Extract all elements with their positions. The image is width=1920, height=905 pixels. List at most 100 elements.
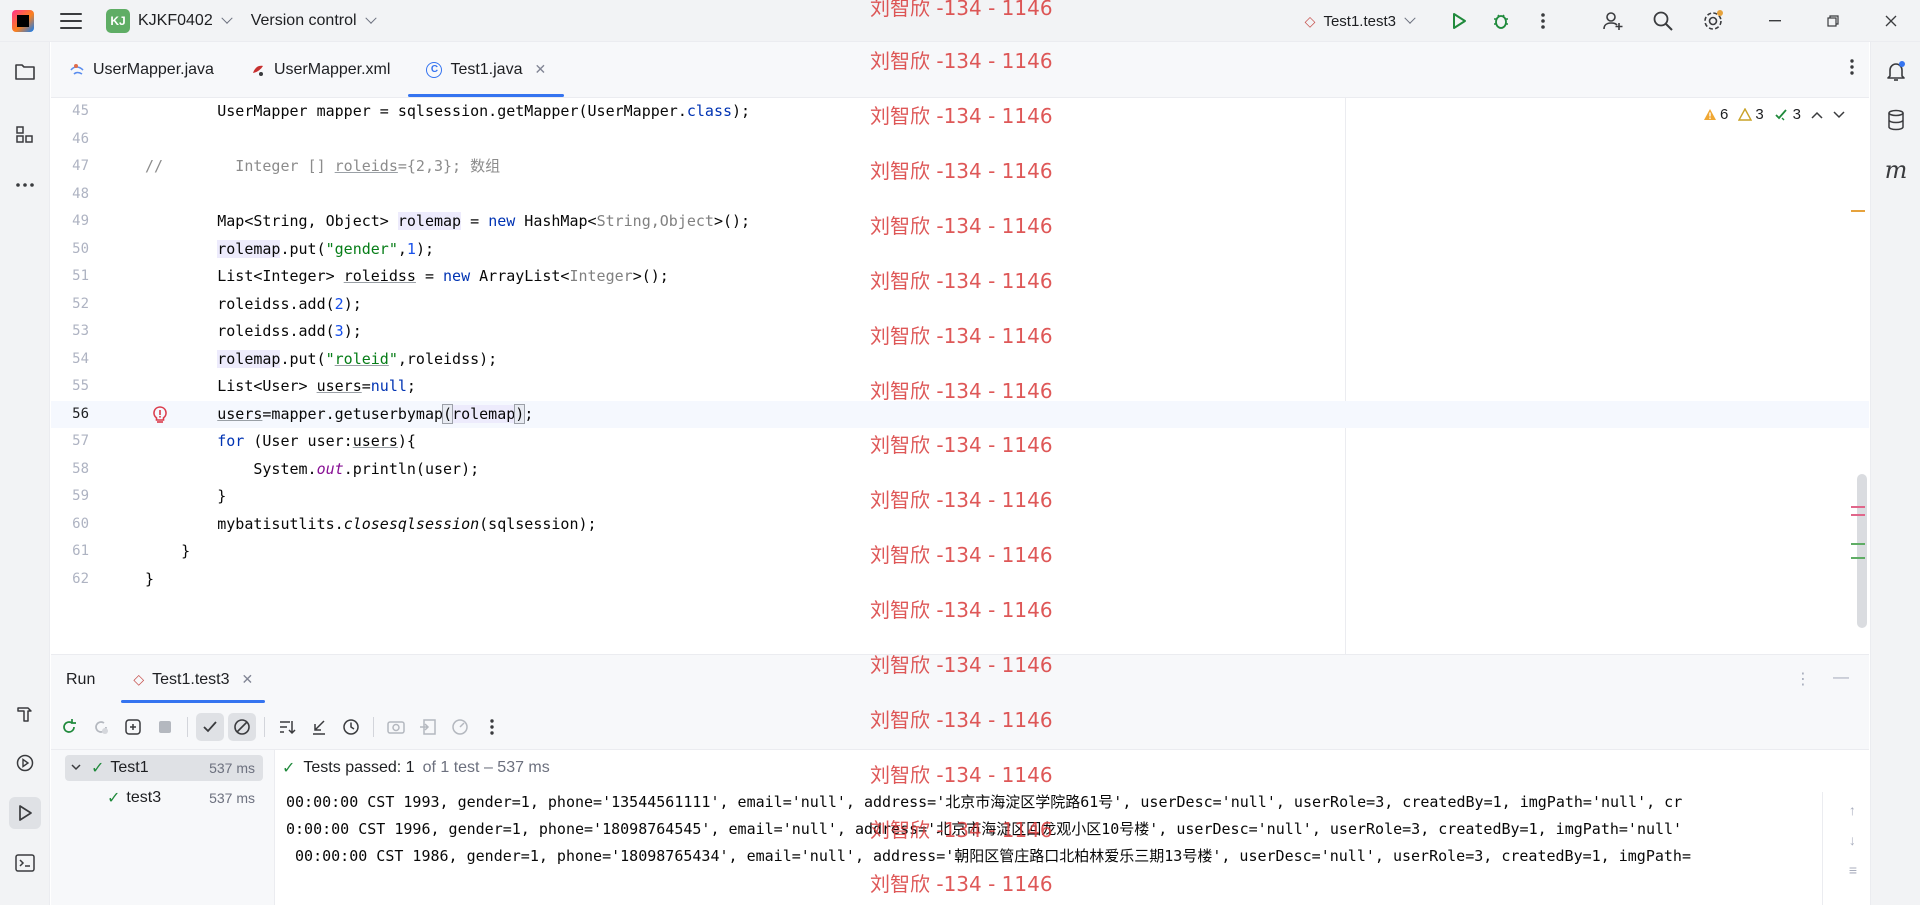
soft-wrap-icon[interactable]: ≡ (1849, 862, 1857, 878)
code-text[interactable]: // Integer [] roleids={2,3}; 数组 (145, 153, 500, 181)
line-number[interactable]: 57 (51, 428, 89, 456)
tab-test1-java[interactable]: C Test1.java ✕ (408, 42, 565, 97)
minimize-window-button[interactable] (1746, 0, 1804, 42)
line-number[interactable]: 48 (51, 181, 89, 209)
show-ignored-icon[interactable] (228, 712, 256, 741)
project-folder-icon[interactable] (9, 55, 41, 87)
notifications-bell-icon[interactable] (1880, 55, 1912, 87)
warning-stripe-marker[interactable] (1851, 210, 1865, 212)
code-text[interactable]: users=mapper.getuserbymap(rolemap); (145, 401, 533, 429)
code-line[interactable]: 60 mybatisutlits.closesqlsession(sqlsess… (51, 511, 1869, 539)
code-text[interactable]: mybatisutlits.closesqlsession(sqlsession… (145, 511, 596, 539)
test-node-test1[interactable]: ✓ Test1 537 ms (65, 755, 263, 781)
collapse-all-icon[interactable] (305, 713, 333, 741)
code-text[interactable]: } (145, 483, 226, 511)
line-number[interactable]: 53 (51, 318, 89, 346)
change-stripe-marker[interactable] (1851, 557, 1865, 559)
line-number[interactable]: 59 (51, 483, 89, 511)
screenshot-icon[interactable] (382, 713, 410, 741)
main-menu-icon[interactable] (60, 12, 82, 29)
code-text[interactable]: System.out.println(user); (145, 456, 479, 484)
line-number[interactable]: 52 (51, 291, 89, 319)
code-line[interactable]: 56 users=mapper.getuserbymap(rolemap); (51, 400, 1869, 429)
line-number[interactable]: 62 (51, 566, 89, 594)
terminal-icon[interactable] (9, 847, 41, 879)
stop-icon[interactable] (151, 713, 179, 741)
services-icon[interactable] (9, 747, 41, 779)
code-line[interactable]: 53 roleidss.add(3); (51, 318, 1869, 346)
tab-usermapper-xml[interactable]: UserMapper.xml (232, 42, 408, 97)
code-text[interactable]: UserMapper mapper = sqlsession.getMapper… (145, 98, 750, 126)
code-line[interactable]: 51 List<Integer> roleidss = new ArrayLis… (51, 263, 1869, 291)
add-user-icon[interactable] (1592, 0, 1634, 42)
code-text[interactable]: } (145, 566, 154, 594)
line-number[interactable]: 60 (51, 511, 89, 539)
restore-window-button[interactable] (1804, 0, 1862, 42)
hide-panel-icon[interactable]: — (1833, 669, 1849, 689)
editor-scrollbar-thumb[interactable] (1857, 474, 1867, 628)
more-tool-windows-icon[interactable] (9, 169, 41, 201)
code-text[interactable]: List<Integer> roleidss = new ArrayList<I… (145, 263, 669, 291)
import-tests-icon[interactable] (414, 713, 442, 741)
run-tool-window-icon[interactable] (9, 797, 41, 829)
code-text[interactable]: List<User> users=null; (145, 373, 416, 401)
sort-icon[interactable] (273, 713, 301, 741)
run-options-icon[interactable]: ⋮ (1795, 669, 1811, 689)
code-text[interactable]: for (User user:users){ (145, 428, 416, 456)
code-line[interactable]: 55 List<User> users=null; (51, 373, 1869, 401)
version-control-menu[interactable]: Version control (251, 12, 377, 30)
line-number[interactable]: 49 (51, 208, 89, 236)
close-tab-icon[interactable]: ✕ (534, 61, 546, 78)
scroll-down-stack-icon[interactable]: ↓ (1849, 832, 1857, 848)
typo-ok-count[interactable]: 3 (1774, 106, 1801, 123)
project-selector[interactable]: KJ KJKF0402 (100, 5, 237, 37)
database-icon[interactable] (1880, 104, 1912, 136)
toolbar-more-icon[interactable] (478, 713, 506, 741)
error-stripe-marker[interactable] (1851, 514, 1865, 516)
code-line[interactable]: 49 Map<String, Object> rolemap = new Has… (51, 208, 1869, 236)
code-text[interactable]: rolemap.put("roleid",roleidss); (145, 346, 497, 374)
code-text[interactable]: Map<String, Object> rolemap = new HashMa… (145, 208, 750, 236)
code-line[interactable]: 61 } (51, 538, 1869, 566)
maven-icon[interactable]: m (1880, 154, 1912, 186)
expand-chevron-icon[interactable] (71, 764, 81, 772)
line-number[interactable]: 45 (51, 98, 89, 126)
code-line[interactable]: 62} (51, 566, 1869, 594)
run-tab-test1-test3[interactable]: ◇ Test1.test3 ✕ (121, 655, 266, 705)
code-text[interactable]: roleidss.add(3); (145, 318, 362, 346)
line-number[interactable]: 51 (51, 263, 89, 291)
close-run-tab-icon[interactable]: ✕ (242, 671, 254, 688)
code-text[interactable]: rolemap.put("gender",1); (145, 236, 434, 264)
toggle-auto-test-icon[interactable] (119, 713, 147, 741)
rerun-failed-icon[interactable] (87, 713, 115, 741)
code-line[interactable]: 50 rolemap.put("gender",1); (51, 236, 1869, 264)
prev-highlight-icon[interactable] (1811, 111, 1823, 119)
line-number[interactable]: 50 (51, 236, 89, 264)
error-stripe-marker[interactable] (1851, 506, 1865, 508)
structure-icon[interactable] (9, 119, 41, 151)
run-console[interactable]: ✓ Tests passed: 1 of 1 test – 537 ms 00:… (276, 750, 1869, 905)
line-number[interactable]: 58 (51, 456, 89, 484)
line-number[interactable]: 54 (51, 346, 89, 374)
test-node-test3[interactable]: ✓ test3 537 ms (65, 785, 263, 811)
coverage-icon[interactable] (446, 713, 474, 741)
code-line[interactable]: 52 roleidss.add(2); (51, 291, 1869, 319)
search-icon[interactable] (1642, 0, 1684, 42)
close-window-button[interactable] (1862, 0, 1920, 42)
next-highlight-icon[interactable] (1833, 110, 1845, 119)
line-number[interactable]: 47 (51, 153, 89, 181)
warnings-count[interactable]: 6 (1703, 106, 1728, 123)
build-hammer-icon[interactable] (9, 698, 41, 730)
code-line[interactable]: 45 UserMapper mapper = sqlsession.getMap… (51, 98, 1869, 126)
code-text[interactable]: roleidss.add(2); (145, 291, 362, 319)
code-line[interactable]: 57 for (User user:users){ (51, 428, 1869, 456)
code-editor[interactable]: 45 UserMapper mapper = sqlsession.getMap… (51, 98, 1869, 654)
line-number[interactable]: 55 (51, 373, 89, 401)
settings-gear-icon[interactable] (1692, 0, 1734, 42)
line-number[interactable]: 56 (51, 401, 89, 429)
inspection-widget[interactable]: 6 3 3 (1703, 106, 1845, 123)
show-passed-icon[interactable] (196, 712, 224, 741)
line-number[interactable]: 46 (51, 126, 89, 154)
more-actions-icon[interactable] (1522, 0, 1564, 42)
line-number[interactable]: 61 (51, 538, 89, 566)
